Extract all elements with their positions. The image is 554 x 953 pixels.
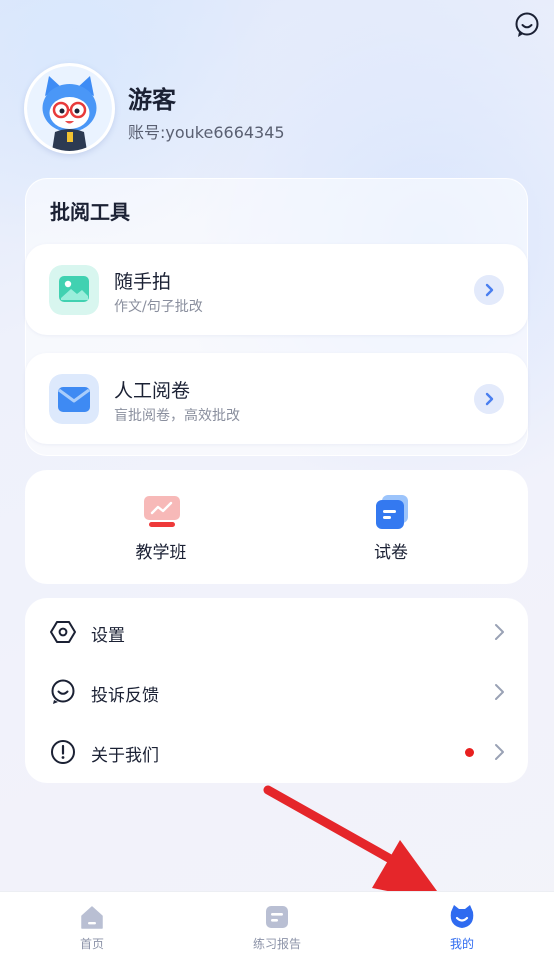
menu-item-settings[interactable]: 设置 [25, 601, 528, 661]
bottom-tab-bar: 首页 练习报告 我的 [0, 891, 554, 953]
tab-label: 我的 [449, 937, 474, 951]
chevron-right-icon [495, 744, 504, 760]
menu-card: 设置 投诉反馈 关于我们 [25, 598, 528, 783]
quick-item-label: 教学班 [135, 543, 187, 563]
quick-item-label: 试卷 [374, 543, 408, 563]
account-id: 账号:youke6664345 [128, 123, 285, 142]
tool-desc: 盲批阅卷，高效批改 [114, 408, 240, 424]
quick-actions-card: 教学班 试卷 [25, 470, 528, 584]
chevron-right-icon [474, 275, 504, 305]
chevron-right-icon [495, 624, 504, 640]
chat-smile-icon[interactable] [514, 12, 540, 38]
mail-icon [49, 374, 99, 424]
menu-item-label: 关于我们 [91, 746, 159, 766]
cat-mascot-avatar [27, 66, 112, 151]
menu-item-label: 设置 [91, 626, 125, 646]
tab-mine[interactable]: 我的 [392, 892, 532, 953]
tab-label: 练习报告 [252, 937, 301, 951]
tab-home[interactable]: 首页 [22, 892, 162, 953]
chart-board-icon [144, 496, 180, 527]
review-tools-title: 批阅工具 [50, 200, 130, 224]
home-icon [81, 906, 103, 929]
profile-cat-icon [450, 905, 474, 928]
tool-name: 随手拍 [114, 271, 172, 293]
chevron-right-icon [474, 384, 504, 414]
info-icon [51, 740, 75, 764]
tool-desc: 作文/句子批改 [114, 299, 203, 315]
avatar[interactable] [24, 63, 115, 154]
username: 游客 [128, 86, 176, 114]
report-icon [266, 906, 288, 928]
paper-icon [376, 495, 408, 529]
tool-item-manual-grading[interactable]: 人工阅卷 盲批阅卷，高效批改 [25, 353, 528, 444]
tab-label: 首页 [79, 937, 104, 951]
annotation-arrow-icon [263, 785, 445, 902]
settings-hexagon-icon [50, 621, 76, 643]
tool-name: 人工阅卷 [114, 380, 191, 402]
menu-item-feedback[interactable]: 投诉反馈 [25, 661, 528, 721]
menu-item-about[interactable]: 关于我们 [25, 721, 528, 781]
tool-item-snap[interactable]: 随手拍 作文/句子批改 [25, 244, 528, 335]
feedback-icon [51, 679, 75, 704]
chevron-right-icon [495, 684, 504, 700]
quick-item-paper[interactable]: 试卷 [331, 494, 451, 564]
menu-item-label: 投诉反馈 [91, 686, 159, 706]
quick-item-class[interactable]: 教学班 [101, 494, 221, 564]
tab-practice-report[interactable]: 练习报告 [207, 892, 347, 953]
notification-dot [465, 748, 474, 757]
photo-icon [49, 265, 99, 315]
